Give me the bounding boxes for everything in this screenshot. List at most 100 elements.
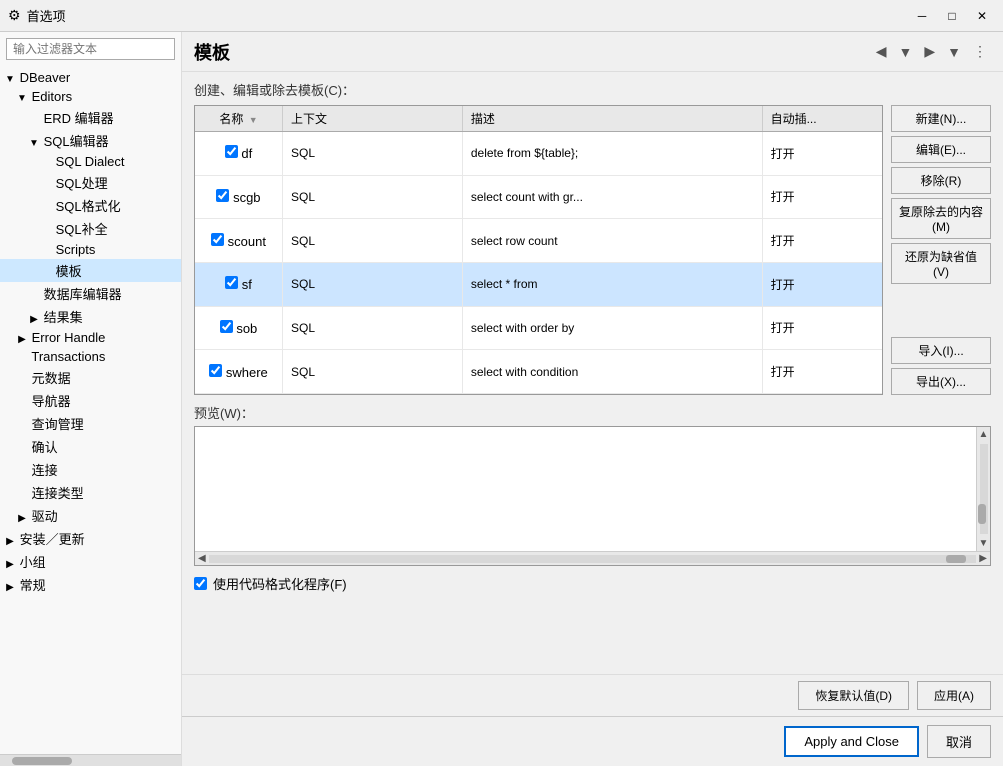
table-row[interactable]: scountSQLselect row count打开 [195,219,882,263]
sidebar-item-erd[interactable]: ERD 编辑器 [0,106,181,129]
row-description-2: select row count [462,219,762,263]
sidebar-item-sql-process[interactable]: SQL处理 [0,171,181,194]
table-row[interactable]: sfSQLselect * from打开 [195,262,882,306]
row-name-3: sf [238,277,252,292]
sidebar-item-db-editor[interactable]: 数据库编辑器 [0,282,181,305]
sidebar-item-label-install-update: 安装／更新 [16,532,85,547]
preview-section: 预览(W)： ▲ ▼ ◀ [194,403,991,566]
format-checkbox[interactable] [194,577,207,590]
scroll-track-v[interactable] [980,444,988,534]
tree-expander-results: ▶ [28,314,40,325]
row-context-0: SQL [283,132,463,176]
table-row[interactable]: swhereSQLselect with condition打开 [195,350,882,394]
window-icon: ⚙ [8,7,21,24]
sidebar-item-query-mgmt[interactable]: 查询管理 [0,412,181,435]
preview-vertical-scrollbar[interactable]: ▲ ▼ [976,427,990,551]
restore-default-button[interactable]: 还原为缺省值(V) [891,243,991,284]
menu-button[interactable]: ⋮ [969,41,991,62]
tree-expander-general: ▶ [4,582,16,593]
sidebar-item-label-connect-type: 连接类型 [28,486,84,501]
row-checkbox-5[interactable] [209,364,222,377]
search-box [0,32,181,64]
maximize-button[interactable]: □ [939,5,965,27]
sidebar-item-label-error-handle: Error Handle [28,330,105,345]
footer-buttons-row: 恢复默认值(D) 应用(A) [182,674,1003,716]
row-description-4: select with order by [462,306,762,350]
minimize-button[interactable]: ─ [909,5,935,27]
template-table: 名称 ▼ 上下文 描述 自动插... dfSQLdelete from ${ta… [195,106,882,394]
sidebar-item-connect-type[interactable]: 连接类型 [0,481,181,504]
sidebar-item-templates[interactable]: 模板 [0,259,181,282]
scroll-down-arrow[interactable]: ▼ [979,536,989,551]
sidebar-item-editors[interactable]: ▼ Editors [0,87,181,106]
sidebar-item-label-groups: 小组 [16,555,46,570]
sort-arrow-name: ▼ [249,115,258,125]
back-dropdown-button[interactable]: ▼ [895,42,917,62]
sidebar-item-sql-editor[interactable]: ▼ SQL编辑器 [0,129,181,152]
sidebar-item-metadata[interactable]: 元数据 [0,366,181,389]
forward-button[interactable]: ▶ [920,41,939,62]
import-button[interactable]: 导入(I)... [891,337,991,364]
sidebar-item-error-handle[interactable]: ▶ Error Handle [0,328,181,347]
sidebar-item-sql-complete[interactable]: SQL补全 [0,217,181,240]
sidebar-item-transactions[interactable]: Transactions [0,347,181,366]
edit-button[interactable]: 编辑(E)... [891,136,991,163]
table-row[interactable]: dfSQLdelete from ${table};打开 [195,132,882,176]
row-name-1: scgb [229,190,260,205]
scroll-left-arrow[interactable]: ◀ [195,553,209,564]
scroll-up-arrow[interactable]: ▲ [979,427,989,442]
search-input[interactable] [6,38,175,60]
sidebar-item-drivers[interactable]: ▶ 驱动 [0,504,181,527]
row-checkbox-0[interactable] [225,145,238,158]
sidebar-item-connect[interactable]: 连接 [0,458,181,481]
sidebar-item-sql-dialect[interactable]: SQL Dialect [0,152,181,171]
table-row[interactable]: scgbSQLselect count with gr...打开 [195,175,882,219]
scroll-right-arrow[interactable]: ▶ [976,553,990,564]
close-button[interactable]: ✕ [969,5,995,27]
apply-close-button[interactable]: Apply and Close [784,726,919,757]
row-auto-1: 打开 [762,175,882,219]
row-description-1: select count with gr... [462,175,762,219]
row-auto-3: 打开 [762,262,882,306]
table-and-buttons: 名称 ▼ 上下文 描述 自动插... dfSQLdelete from ${ta… [194,105,991,395]
sidebar-item-navigator[interactable]: 导航器 [0,389,181,412]
sidebar-item-label-sql-format: SQL格式化 [52,199,121,214]
cancel-button[interactable]: 取消 [927,725,991,758]
remove-button[interactable]: 移除(R) [891,167,991,194]
scroll-track-h[interactable] [209,555,977,563]
window-controls: ─ □ ✕ [909,5,995,27]
row-description-5: select with condition [462,350,762,394]
sidebar-item-label-results: 结果集 [40,310,83,325]
preview-horizontal-scrollbar[interactable]: ◀ ▶ [195,551,990,565]
sidebar-item-label-metadata: 元数据 [28,371,71,386]
restore-removed-button[interactable]: 复原除去的内容(M) [891,198,991,239]
sidebar-item-groups[interactable]: ▶ 小组 [0,550,181,573]
row-checkbox-3[interactable] [225,276,238,289]
new-button[interactable]: 新建(N)... [891,105,991,132]
apply-button[interactable]: 应用(A) [917,681,991,710]
row-checkbox-4[interactable] [220,320,233,333]
format-checkbox-label[interactable]: 使用代码格式化程序(F) [213,574,347,593]
row-checkbox-2[interactable] [211,233,224,246]
scroll-thumb-v [978,504,986,524]
table-row[interactable]: sobSQLselect with order by打开 [195,306,882,350]
sidebar-item-general[interactable]: ▶ 常规 [0,573,181,596]
row-checkbox-1[interactable] [216,189,229,202]
restore-defaults-button[interactable]: 恢复默认值(D) [798,681,909,710]
export-button[interactable]: 导出(X)... [891,368,991,395]
back-button[interactable]: ◀ [872,41,891,62]
sidebar-scrollbar[interactable] [0,754,181,766]
sidebar-item-label-query-mgmt: 查询管理 [28,417,84,432]
sidebar-item-scripts[interactable]: Scripts [0,240,181,259]
col-header-auto: 自动插... [762,106,882,132]
sidebar-item-sql-format[interactable]: SQL格式化 [0,194,181,217]
sidebar-item-install-update[interactable]: ▶ 安装／更新 [0,527,181,550]
forward-dropdown-button[interactable]: ▼ [943,42,965,62]
row-context-4: SQL [283,306,463,350]
sidebar-item-results[interactable]: ▶ 结果集 [0,305,181,328]
sidebar-item-dbeaver[interactable]: ▼ DBeaver [0,68,181,87]
action-buttons: 新建(N)... 编辑(E)... 移除(R) 复原除去的内容(M) 还原为缺省… [891,105,991,395]
sidebar-item-confirm[interactable]: 确认 [0,435,181,458]
preview-content[interactable] [195,427,976,551]
row-context-3: SQL [283,262,463,306]
